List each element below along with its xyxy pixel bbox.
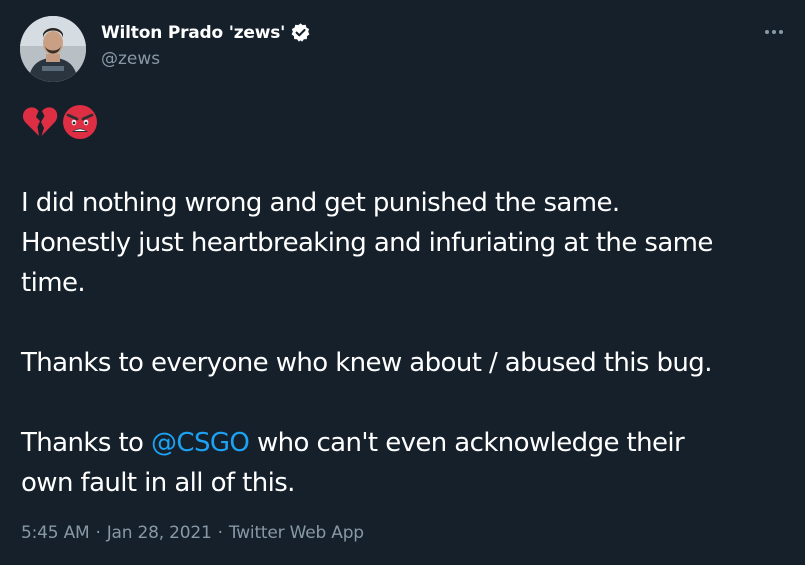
tweet-line: own fault in all of this. <box>21 468 295 498</box>
tweet-source[interactable]: Twitter Web App <box>229 523 364 543</box>
mention-link[interactable]: @CSGO <box>151 428 250 458</box>
tweet-text-segment: Thanks to <box>21 428 152 458</box>
meta-separator: · <box>95 523 101 543</box>
verified-badge-icon <box>290 22 311 43</box>
angry-face-icon <box>63 105 97 139</box>
tweet-meta: 5:45 AM · Jan 28, 2021 · Twitter Web App <box>21 523 364 543</box>
avatar[interactable] <box>20 16 86 82</box>
emoji-row <box>22 104 98 140</box>
tweet-text-segment: who can't even acknowledge their <box>249 428 685 458</box>
display-name[interactable]: Wilton Prado 'zews' <box>101 23 285 43</box>
more-dot <box>779 30 783 34</box>
meta-separator: · <box>217 523 223 543</box>
author-handle[interactable]: @zews <box>101 49 160 69</box>
tweet-card: Wilton Prado 'zews' @zews I did nothing … <box>0 0 805 565</box>
user-avatar-icon <box>20 16 86 82</box>
tweet-line: Thanks to @CSGO who can't even acknowled… <box>21 423 791 463</box>
tweet-time[interactable]: 5:45 AM <box>21 523 90 543</box>
more-options-button[interactable] <box>761 22 787 42</box>
author-name-row[interactable]: Wilton Prado 'zews' <box>101 22 311 43</box>
tweet-line: Thanks to everyone who knew about / abus… <box>21 348 712 378</box>
tweet-line: Honestly just heartbreaking and infuriat… <box>21 228 713 258</box>
broken-heart-icon <box>22 107 58 136</box>
more-dot <box>772 30 776 34</box>
tweet-line: I did nothing wrong and get punished the… <box>21 188 620 218</box>
tweet-text: I did nothing wrong and get punished the… <box>21 183 791 503</box>
tweet-line: time. <box>21 268 86 298</box>
tweet-date[interactable]: Jan 28, 2021 <box>107 523 212 543</box>
more-dot <box>765 30 769 34</box>
